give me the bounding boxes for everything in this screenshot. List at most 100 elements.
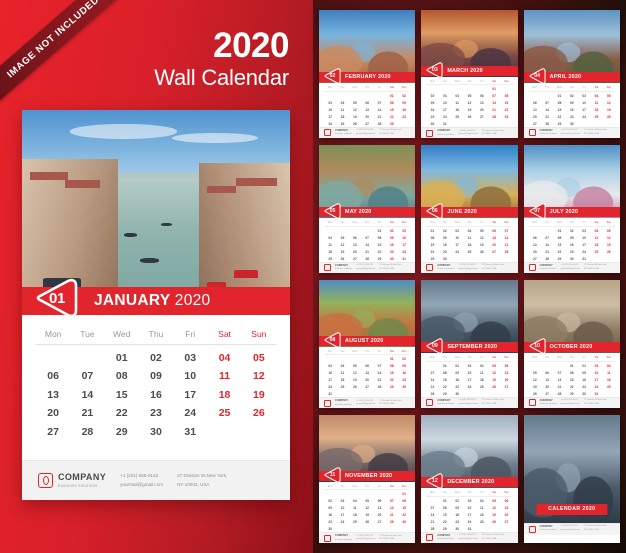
date-cell[interactable]: 14: [500, 234, 512, 241]
date-cell[interactable]: 09: [398, 99, 410, 106]
date-cell[interactable]: [207, 419, 241, 438]
date-cell[interactable]: 31: [439, 120, 451, 127]
date-cell[interactable]: 21: [361, 248, 373, 255]
date-cell[interactable]: 23: [398, 376, 410, 383]
date-cell[interactable]: 17: [324, 113, 336, 120]
date-cell[interactable]: 07: [361, 234, 373, 241]
date-cell[interactable]: 09: [386, 234, 398, 241]
date-cell[interactable]: 03: [578, 91, 590, 99]
date-cell[interactable]: 01: [439, 496, 451, 504]
date-cell[interactable]: 04: [207, 345, 241, 364]
date-cell[interactable]: [336, 525, 348, 532]
date-cell[interactable]: [541, 226, 553, 234]
date-cell[interactable]: 28: [500, 248, 512, 255]
date-cell[interactable]: 04: [590, 226, 602, 234]
date-cell[interactable]: 17: [590, 376, 602, 383]
date-cell[interactable]: 22: [553, 113, 565, 120]
date-cell[interactable]: 24: [439, 113, 451, 120]
date-cell[interactable]: 20: [541, 383, 553, 390]
date-cell[interactable]: 20: [529, 248, 541, 255]
date-cell[interactable]: 14: [426, 511, 438, 518]
date-cell[interactable]: 28: [426, 390, 438, 397]
date-cell[interactable]: 07: [426, 504, 438, 511]
date-cell[interactable]: [476, 120, 488, 127]
date-cell[interactable]: 10: [463, 504, 475, 511]
date-cell[interactable]: 16: [426, 106, 438, 113]
date-cell[interactable]: [398, 525, 410, 532]
date-cell[interactable]: [386, 525, 398, 532]
date-cell[interactable]: 16: [139, 382, 173, 401]
date-cell[interactable]: 06: [488, 226, 500, 234]
date-cell[interactable]: 31: [463, 525, 475, 532]
date-cell[interactable]: 20: [361, 376, 373, 383]
date-cell[interactable]: 20: [476, 106, 488, 113]
date-cell[interactable]: 29: [439, 525, 451, 532]
date-cell[interactable]: 09: [566, 234, 578, 241]
date-cell[interactable]: 03: [578, 226, 590, 234]
date-cell[interactable]: 06: [529, 234, 541, 241]
date-cell[interactable]: 05: [488, 361, 500, 369]
date-cell[interactable]: 11: [207, 364, 241, 382]
date-cell[interactable]: 11: [349, 504, 361, 511]
date-cell[interactable]: 28: [373, 120, 385, 127]
date-cell[interactable]: 16: [451, 376, 463, 383]
date-cell[interactable]: 14: [373, 106, 385, 113]
date-cell[interactable]: 19: [488, 511, 500, 518]
date-cell[interactable]: 24: [336, 518, 348, 525]
date-cell[interactable]: 11: [476, 504, 488, 511]
date-cell[interactable]: 28: [541, 120, 553, 127]
date-cell[interactable]: 27: [349, 255, 361, 262]
date-cell[interactable]: 02: [398, 91, 410, 99]
date-cell[interactable]: 21: [553, 383, 565, 390]
date-cell[interactable]: [578, 120, 590, 127]
date-cell[interactable]: 06: [476, 92, 488, 99]
date-cell[interactable]: 31: [578, 255, 590, 262]
date-cell[interactable]: [529, 226, 541, 234]
date-cell[interactable]: 26: [488, 518, 500, 525]
date-cell[interactable]: 02: [439, 226, 451, 234]
date-cell[interactable]: 01: [553, 226, 565, 234]
date-cell[interactable]: 03: [451, 226, 463, 234]
thumbnail-december[interactable]: 12 DECEMBER 2020 Mon Tue Wed Thu Fri Sat Sun 0…: [421, 415, 518, 543]
date-cell[interactable]: 12: [488, 504, 500, 511]
date-cell[interactable]: 05: [361, 497, 373, 504]
date-cell[interactable]: 03: [173, 345, 207, 364]
date-cell[interactable]: 16: [398, 106, 410, 113]
date-cell[interactable]: [476, 255, 488, 262]
date-cell[interactable]: 26: [336, 255, 348, 262]
date-cell[interactable]: 05: [349, 362, 361, 369]
date-cell[interactable]: 31: [398, 255, 410, 262]
date-cell[interactable]: 02: [566, 226, 578, 234]
date-cell[interactable]: 19: [349, 113, 361, 120]
date-cell[interactable]: 06: [529, 99, 541, 106]
date-cell[interactable]: 26: [529, 390, 541, 397]
date-cell[interactable]: [541, 361, 553, 369]
date-cell[interactable]: 16: [386, 241, 398, 248]
date-cell[interactable]: 15: [439, 511, 451, 518]
date-cell[interactable]: 02: [578, 361, 590, 369]
date-cell[interactable]: 21: [541, 248, 553, 255]
date-cell[interactable]: 23: [439, 248, 451, 255]
date-cell[interactable]: 24: [463, 383, 475, 390]
date-cell[interactable]: [324, 91, 336, 99]
date-cell[interactable]: 29: [373, 255, 385, 262]
date-cell[interactable]: 10: [324, 369, 336, 376]
date-cell[interactable]: 16: [566, 106, 578, 113]
date-cell[interactable]: 08: [105, 364, 139, 382]
date-cell[interactable]: 18: [207, 382, 241, 401]
date-cell[interactable]: [451, 120, 463, 127]
date-cell[interactable]: 25: [476, 518, 488, 525]
date-cell[interactable]: 14: [541, 106, 553, 113]
date-cell[interactable]: 13: [541, 376, 553, 383]
date-cell[interactable]: 09: [324, 504, 336, 511]
date-cell[interactable]: 15: [386, 369, 398, 376]
date-cell[interactable]: 15: [426, 241, 438, 248]
date-cell[interactable]: [373, 390, 385, 397]
date-cell[interactable]: 13: [500, 504, 512, 511]
date-cell[interactable]: 03: [398, 226, 410, 234]
date-cell[interactable]: [476, 525, 488, 532]
date-cell[interactable]: 29: [553, 255, 565, 262]
date-cell[interactable]: 15: [386, 106, 398, 113]
thumbnail-back-cover[interactable]: CALENDAR 2020 COMPANY business solutions …: [523, 415, 620, 543]
date-cell[interactable]: 27: [36, 419, 70, 438]
